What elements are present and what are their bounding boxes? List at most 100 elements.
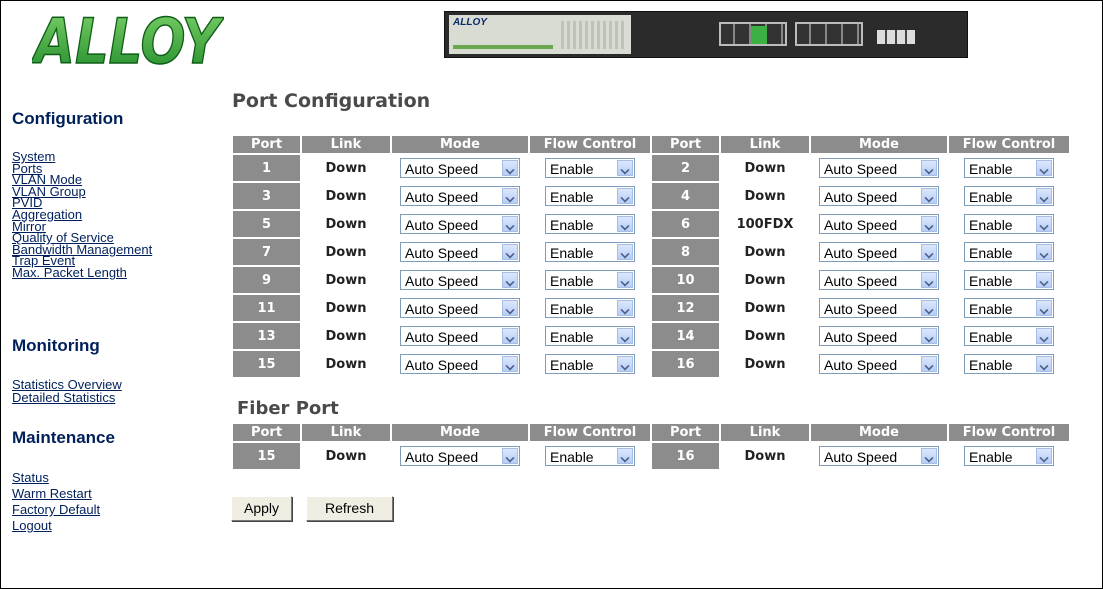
refresh-button[interactable]: Refresh [306,496,393,521]
chevron-down-icon[interactable] [617,356,633,372]
link-status: Down [721,295,809,321]
chevron-down-icon[interactable] [921,160,937,176]
chevron-down-icon[interactable] [921,188,937,204]
port-number: 15 [233,351,300,377]
flow-control-cell: Enable [530,239,650,265]
chevron-down-icon[interactable] [617,188,633,204]
chevron-down-icon[interactable] [502,328,518,344]
flow-control-select[interactable]: Enable [545,298,635,318]
chevron-down-icon[interactable] [617,244,633,260]
flow-control-select[interactable]: Enable [964,298,1054,318]
flow-control-select[interactable]: Enable [545,158,635,178]
flow-control-select[interactable]: Enable [545,214,635,234]
nav-link-status[interactable]: Status [12,470,100,486]
mode-select[interactable]: Auto Speed [819,446,939,466]
chevron-down-icon[interactable] [502,448,518,464]
column-header-mode: Mode [392,136,528,153]
flow-control-select[interactable]: Enable [964,186,1054,206]
flow-control-select[interactable]: Enable [545,270,635,290]
flow-control-select[interactable]: Enable [545,242,635,262]
device-port-block [795,22,863,46]
device-stripe [453,45,553,49]
chevron-down-icon[interactable] [502,356,518,372]
link-status: Down [302,239,390,265]
flow-control-select[interactable]: Enable [964,242,1054,262]
chevron-down-icon[interactable] [1036,448,1052,464]
chevron-down-icon[interactable] [502,216,518,232]
mode-select[interactable]: Auto Speed [819,270,939,290]
chevron-down-icon[interactable] [921,448,937,464]
chevron-down-icon[interactable] [617,328,633,344]
port-number: 13 [233,323,300,349]
chevron-down-icon[interactable] [502,272,518,288]
mode-select[interactable]: Auto Speed [400,326,520,346]
chevron-down-icon[interactable] [502,244,518,260]
chevron-down-icon[interactable] [502,300,518,316]
link-status: Down [721,183,809,209]
mode-select[interactable]: Auto Speed [819,158,939,178]
mode-select[interactable]: Auto Speed [400,354,520,374]
flow-control-cell: Enable [530,183,650,209]
mode-select[interactable]: Auto Speed [819,186,939,206]
chevron-down-icon[interactable] [617,448,633,464]
flow-control-select[interactable]: Enable [964,158,1054,178]
chevron-down-icon[interactable] [617,300,633,316]
mode-select[interactable]: Auto Speed [400,446,520,466]
device-port-blocks [719,22,869,48]
chevron-down-icon[interactable] [921,244,937,260]
flow-control-select[interactable]: Enable [964,446,1054,466]
mode-select[interactable]: Auto Speed [400,158,520,178]
mode-select[interactable]: Auto Speed [819,354,939,374]
mode-select[interactable]: Auto Speed [400,242,520,262]
table-row: 15 Down Auto Speed Enable 16 Down Auto Speed En… [233,351,1069,377]
mode-select[interactable]: Auto Speed [400,214,520,234]
flow-control-select[interactable]: Enable [964,270,1054,290]
flow-control-select[interactable]: Enable [964,326,1054,346]
chevron-down-icon[interactable] [1036,272,1052,288]
nav-link-max-packet-length[interactable]: Max. Packet Length [12,266,152,279]
device-port-active [751,26,767,44]
mode-select[interactable]: Auto Speed [400,298,520,318]
chevron-down-icon[interactable] [1036,160,1052,176]
flow-control-select[interactable]: Enable [545,446,635,466]
chevron-down-icon[interactable] [921,272,937,288]
flow-control-select[interactable]: Enable [964,354,1054,374]
chevron-down-icon[interactable] [1036,188,1052,204]
flow-control-select[interactable]: Enable [545,326,635,346]
port-number: 6 [652,211,719,237]
page-title: Port Configuration [232,90,431,112]
chevron-down-icon[interactable] [1036,356,1052,372]
chevron-down-icon[interactable] [1036,328,1052,344]
nav-link-warm-restart[interactable]: Warm Restart [12,486,100,502]
chevron-down-icon[interactable] [921,300,937,316]
mode-select[interactable]: Auto Speed [819,298,939,318]
flow-control-cell: Enable [949,211,1069,237]
chevron-down-icon[interactable] [921,328,937,344]
chevron-down-icon[interactable] [921,356,937,372]
chevron-down-icon[interactable] [502,160,518,176]
chevron-down-icon[interactable] [617,216,633,232]
chevron-down-icon[interactable] [502,188,518,204]
mode-select[interactable]: Auto Speed [819,326,939,346]
mode-select[interactable]: Auto Speed [819,242,939,262]
apply-button[interactable]: Apply [231,496,292,521]
nav-link-logout[interactable]: Logout [12,518,100,534]
fiber-port-table: Port Link Mode Flow Control Port Link Mode Flow… [231,422,1071,471]
flow-control-select[interactable]: Enable [545,186,635,206]
flow-control-select[interactable]: Enable [545,354,635,374]
chevron-down-icon[interactable] [1036,300,1052,316]
mode-select[interactable]: Auto Speed [819,214,939,234]
chevron-down-icon[interactable] [1036,216,1052,232]
chevron-down-icon[interactable] [1036,244,1052,260]
mode-select[interactable]: Auto Speed [400,270,520,290]
nav-link-factory-default[interactable]: Factory Default [12,502,100,518]
flow-control-cell: Enable [949,155,1069,181]
flow-control-select[interactable]: Enable [964,214,1054,234]
nav-link-detailed-statistics[interactable]: Detailed Statistics [12,391,122,404]
chevron-down-icon[interactable] [617,272,633,288]
chevron-down-icon[interactable] [617,160,633,176]
mode-select[interactable]: Auto Speed [400,186,520,206]
table-row: 11 Down Auto Speed Enable 12 Down Auto Speed En… [233,295,1069,321]
port-number: 2 [652,155,719,181]
chevron-down-icon[interactable] [921,216,937,232]
